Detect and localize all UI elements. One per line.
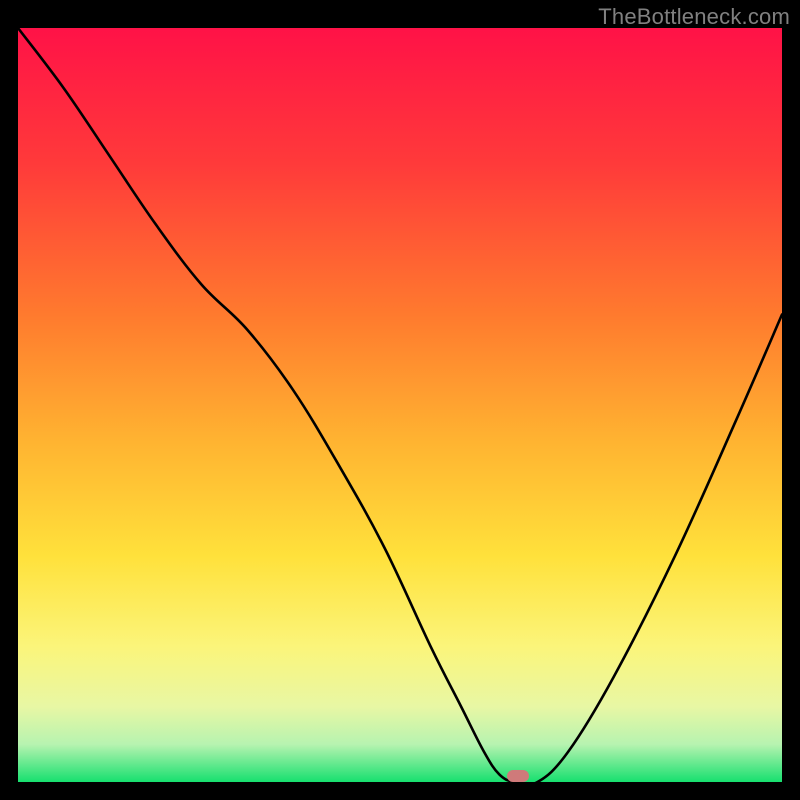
plot-area xyxy=(18,28,782,782)
optimal-marker xyxy=(507,770,529,782)
watermark-text: TheBottleneck.com xyxy=(598,4,790,30)
chart-frame: TheBottleneck.com xyxy=(0,0,800,800)
chart-svg xyxy=(18,28,782,782)
gradient-background xyxy=(18,28,782,782)
